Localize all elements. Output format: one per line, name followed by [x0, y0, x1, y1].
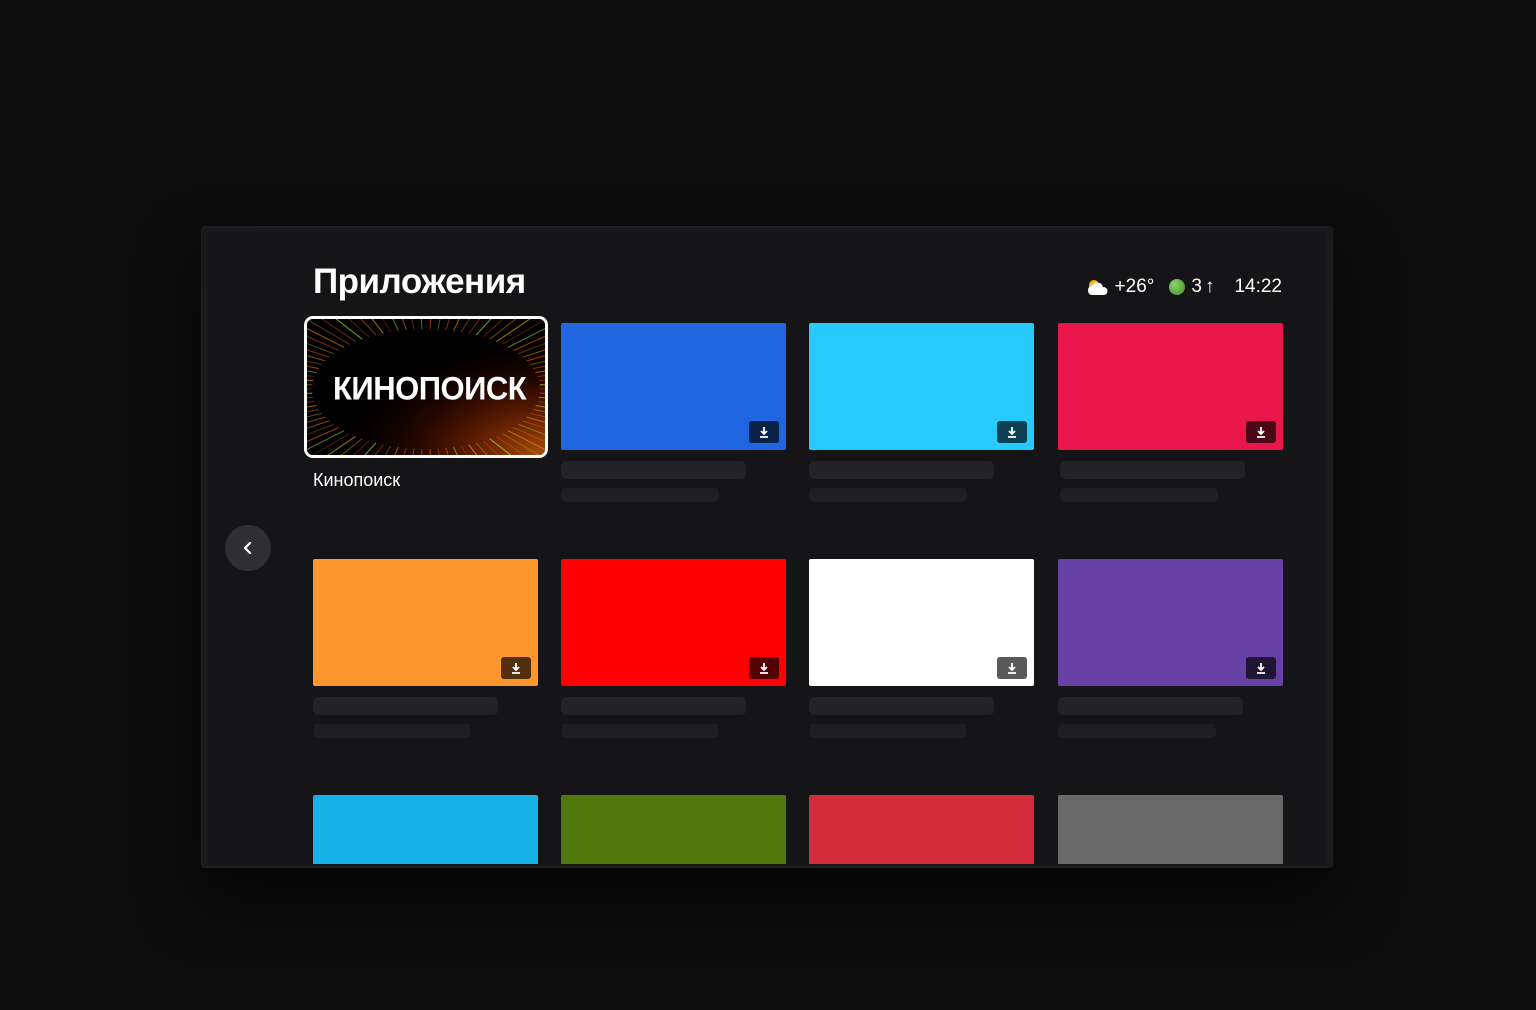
tv-frame: Приложения +26° 3 ↑ 14:22 КИНОПОИСК Кино… [202, 227, 1332, 867]
subtitle-placeholder [809, 724, 967, 738]
temperature: +26° [1114, 276, 1155, 297]
download-badge[interactable] [749, 421, 779, 443]
download-icon [1257, 426, 1265, 438]
title-placeholder [313, 697, 498, 715]
download-badge[interactable] [997, 657, 1027, 679]
download-badge[interactable] [1246, 421, 1276, 443]
app-tile[interactable] [1058, 323, 1283, 450]
notification-count: 3 [1191, 276, 1202, 297]
download-icon [1257, 662, 1265, 674]
subtitle-placeholder [1060, 488, 1218, 502]
download-icon [1008, 426, 1016, 438]
download-badge[interactable] [749, 657, 779, 679]
title-placeholder [1058, 697, 1243, 715]
app-label-kinopoisk: Кинопоиск [313, 470, 401, 490]
partly-cloudy-icon [1087, 280, 1108, 295]
tv-screen: Приложения +26° 3 ↑ 14:22 КИНОПОИСК Кино… [207, 232, 1327, 864]
clock: 14:22 [1234, 276, 1282, 297]
download-badge[interactable] [997, 421, 1027, 443]
title-placeholder [561, 697, 746, 715]
page-title: Приложения [313, 262, 526, 301]
app-tile[interactable] [1058, 795, 1283, 864]
app-tile[interactable] [1058, 559, 1283, 686]
download-badge[interactable] [1246, 657, 1276, 679]
title-placeholder [561, 461, 746, 479]
title-placeholder [809, 697, 994, 715]
download-icon [760, 662, 768, 674]
back-button[interactable] [225, 525, 271, 571]
kinopoisk-logo: КИНОПОИСК [333, 370, 527, 407]
subtitle-placeholder [561, 724, 719, 738]
app-tile-kinopoisk[interactable]: КИНОПОИСК [307, 319, 545, 455]
app-tile[interactable] [561, 323, 786, 450]
alice-orb-icon[interactable] [1169, 279, 1186, 295]
subtitle-placeholder [1058, 724, 1216, 738]
download-badge[interactable] [501, 657, 531, 679]
subtitle-placeholder [809, 488, 967, 502]
download-icon [1008, 662, 1016, 674]
app-tile[interactable] [809, 559, 1034, 686]
app-tile[interactable] [809, 795, 1034, 864]
app-tile[interactable] [313, 559, 538, 686]
app-tile[interactable] [809, 323, 1034, 450]
app-tile[interactable] [561, 559, 786, 686]
download-icon [760, 426, 768, 438]
chevron-left-icon [243, 541, 252, 555]
subtitle-placeholder [561, 488, 719, 502]
app-tile[interactable] [561, 795, 786, 864]
title-placeholder [809, 461, 994, 479]
subtitle-placeholder [313, 724, 471, 738]
download-icon [512, 662, 520, 674]
arrow-up-icon: ↑ [1204, 276, 1215, 297]
status-bar: +26° 3 ↑ 14:22 [1084, 276, 1282, 298]
app-tile[interactable] [313, 795, 538, 864]
title-placeholder [1060, 461, 1245, 479]
